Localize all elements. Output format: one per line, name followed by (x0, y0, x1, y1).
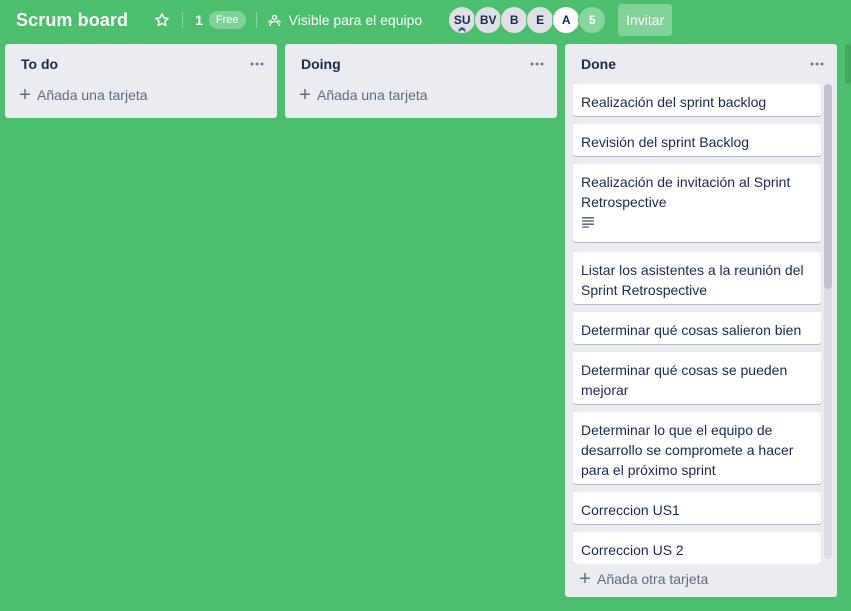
card-title: Correccion US1 (581, 502, 680, 518)
card[interactable]: Revisión del sprint Backlog (573, 124, 821, 156)
add-card-button[interactable]: + Añada una tarjeta (5, 80, 277, 110)
add-card-label: Añada una tarjeta (37, 87, 148, 103)
card-title: Determinar lo que el equipo de desarroll… (581, 422, 794, 478)
plus-icon: + (299, 84, 311, 106)
card[interactable]: Listar los asistentes a la reunión del S… (573, 252, 821, 304)
list-menu-button[interactable] (245, 52, 269, 76)
list-doing: Doing + Añada una tarjeta (285, 44, 557, 118)
more-members-button[interactable]: 5 (578, 6, 607, 34)
list-title[interactable]: Done (581, 56, 616, 72)
card-list: Realización del sprint backlog Revisión … (565, 84, 837, 564)
workspace-count: 1 (195, 12, 203, 28)
list-done: Done Realización del sprint backlog Revi… (565, 44, 837, 597)
add-card-button[interactable]: + Añada una tarjeta (285, 80, 557, 110)
more-horizontal-icon (810, 62, 824, 66)
card[interactable]: Correccion US1 (573, 492, 821, 524)
team-visibility-icon (267, 14, 281, 26)
add-card-label: Añada otra tarjeta (597, 571, 709, 587)
star-icon (155, 13, 169, 27)
invite-button[interactable]: Invitar (618, 4, 673, 36)
header-divider (182, 12, 184, 28)
list-scrollbar[interactable] (824, 84, 832, 559)
more-horizontal-icon (530, 62, 544, 66)
list-todo: To do + Añada una tarjeta (5, 44, 277, 118)
card[interactable]: Realización de invitación al Sprint Retr… (573, 164, 821, 242)
list-header: To do (5, 44, 277, 84)
card[interactable]: Correccion US 2 (573, 532, 821, 564)
card-title: Determinar qué cosas salieron bien (581, 322, 802, 338)
member-avatar[interactable]: E (526, 6, 555, 34)
list-title[interactable]: Doing (301, 56, 341, 72)
more-horizontal-icon (250, 62, 264, 66)
list-header: Doing (285, 44, 557, 84)
header-divider (255, 12, 257, 28)
visibility-button[interactable]: Visible para el equipo (267, 4, 423, 36)
add-card-button[interactable]: + Añada otra tarjeta (565, 564, 708, 594)
card[interactable]: Determinar qué cosas se pueden mejorar (573, 352, 821, 404)
list-menu-button[interactable] (525, 52, 549, 76)
member-avatar[interactable]: B (500, 6, 529, 34)
list-header: Done (565, 44, 837, 84)
board-title[interactable]: Scrum board (16, 10, 128, 31)
card-badges (581, 212, 813, 233)
workspace-button[interactable]: 1 Free (193, 4, 246, 36)
card-title: Determinar qué cosas se pueden mejorar (581, 362, 788, 398)
board-header: Scrum board 1 Free Visible para el equip… (0, 0, 851, 40)
free-badge: Free (208, 11, 246, 29)
card[interactable]: Determinar qué cosas salieron bien (573, 312, 821, 344)
list-menu-button[interactable] (805, 52, 829, 76)
card-title: Revisión del sprint Backlog (581, 134, 750, 150)
card-title: Realización de invitación al Sprint Retr… (581, 174, 791, 210)
card[interactable]: Realización del sprint backlog (573, 84, 821, 116)
member-avatar[interactable]: A (552, 6, 581, 34)
member-avatar[interactable]: SU (448, 6, 477, 34)
list-title[interactable]: To do (21, 56, 58, 72)
add-card-label: Añada una tarjeta (317, 87, 428, 103)
star-button[interactable] (152, 4, 172, 36)
plus-icon: + (19, 84, 31, 106)
card[interactable]: Determinar lo que el equipo de desarroll… (573, 412, 821, 484)
plus-icon: + (579, 568, 591, 590)
description-icon (582, 217, 594, 228)
card-title: Listar los asistentes a la reunión del S… (581, 262, 804, 298)
list-scrollbar-thumb[interactable] (824, 84, 832, 289)
card-title: Correccion US 2 (581, 542, 684, 558)
board-scrollbar[interactable] (845, 44, 851, 84)
visibility-label: Visible para el equipo (288, 12, 423, 28)
member-avatar[interactable]: BV (474, 6, 503, 34)
admin-chevron-icon (458, 27, 466, 32)
board-members: SU BV B E A 5 (448, 6, 607, 34)
card-title: Realización del sprint backlog (581, 94, 767, 110)
